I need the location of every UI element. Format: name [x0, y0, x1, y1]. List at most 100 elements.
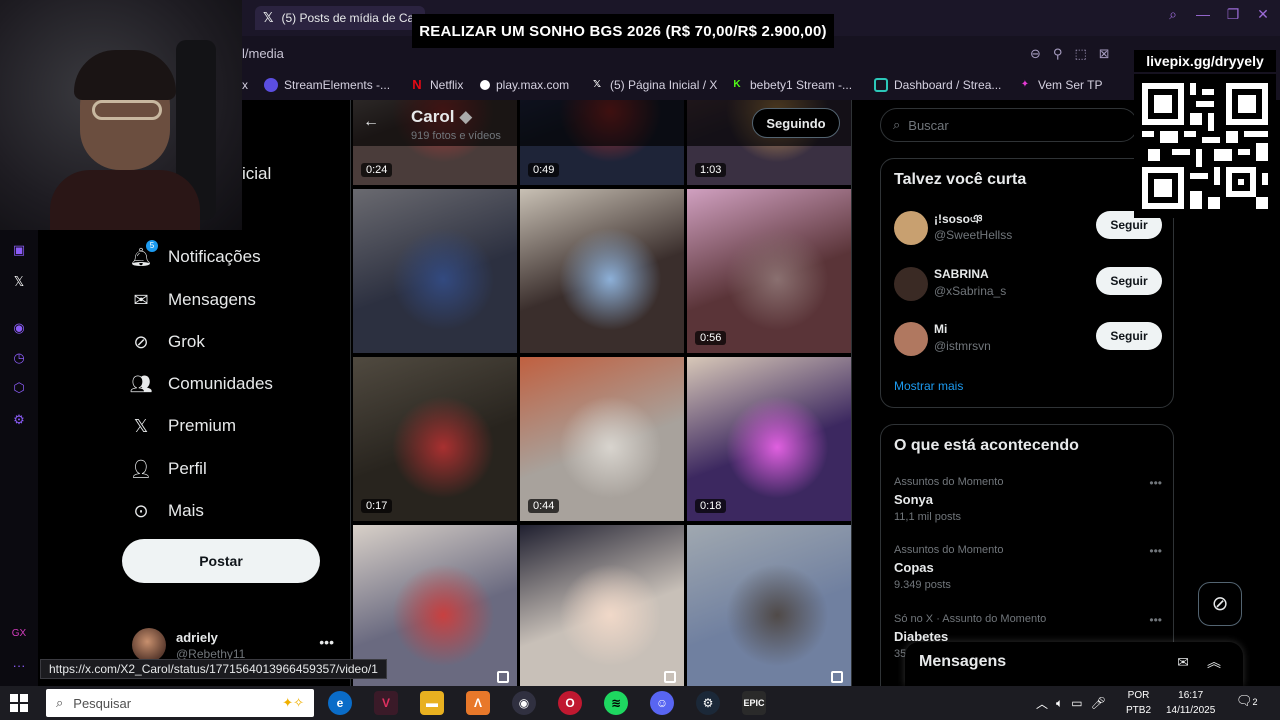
nav-item-more[interactable]: ⊙ Mais [130, 500, 203, 522]
media-tile[interactable] [520, 525, 684, 686]
spotify-icon[interactable]: ≋ [604, 691, 628, 715]
suggestion-item[interactable]: SABRINA @xSabrina_s Seguir [894, 265, 1162, 305]
nav-item-home-label[interactable]: icial [242, 164, 271, 184]
media-tile[interactable] [353, 189, 517, 353]
grok-icon: ⊘ [133, 331, 149, 352]
chevron-up-icon[interactable]: ︿ [1036, 695, 1048, 712]
more-dots-icon[interactable]: ••• [1149, 613, 1162, 627]
opera-gx-icon[interactable]: O [558, 691, 582, 715]
zoom-out-icon[interactable]: ⊖ [1030, 46, 1041, 62]
history-icon[interactable]: ◷ [10, 350, 28, 368]
media-tile[interactable] [520, 189, 684, 353]
windows-start-icon[interactable] [10, 694, 28, 712]
trend-item[interactable]: Assuntos do Momento Copas 9.349 posts ••… [894, 544, 1162, 604]
video-duration: 0:44 [528, 499, 560, 513]
suggestion-item[interactable]: Mi @istmrsvn Seguir [894, 320, 1162, 360]
trend-item[interactable]: Assuntos do Momento Sonya 11,1 mil posts… [894, 476, 1162, 536]
bookmark-item[interactable]: StreamElements -... [264, 78, 390, 92]
follow-button[interactable]: Seguir [1096, 267, 1162, 295]
edge-icon[interactable]: e [328, 691, 352, 715]
bookmark-item[interactable]: 𝕏 (5) Página Inicial / X [590, 78, 717, 92]
media-tile[interactable]: 0:17 [353, 357, 517, 521]
notification-badge: 5 [146, 240, 158, 252]
video-duration: 0:18 [695, 499, 727, 513]
steam-icon[interactable]: ⚙ [696, 691, 720, 715]
media-tile[interactable]: 0:44 [520, 357, 684, 521]
speaker-icon[interactable]: 🔈︎ [1056, 696, 1063, 711]
app-a-icon[interactable]: Λ [466, 691, 490, 715]
follow-button[interactable]: Seguir [1096, 322, 1162, 350]
x-logo-icon[interactable]: 𝕏 [10, 274, 28, 292]
media-tile[interactable]: 0:56 [687, 189, 851, 353]
language-indicator[interactable]: POR PTB2 [1126, 688, 1151, 718]
qr-code-icon [1142, 83, 1268, 209]
messages-drawer[interactable]: Mensagens ✉ ︽ [905, 642, 1243, 686]
gx-icon[interactable]: GX [10, 628, 28, 646]
player-icon[interactable]: ◉ [10, 320, 28, 338]
blocker-icon[interactable]: ⊠ [1099, 46, 1110, 62]
profile-header: ← Carol ◆ 919 fotos e vídeos Seguindo [351, 100, 851, 146]
bookmark-item[interactable]: Kbebety1 Stream -... [730, 78, 852, 92]
twitch-icon[interactable]: ▣ [10, 242, 28, 260]
kick-icon: K [733, 79, 741, 90]
account-name: adriely [176, 630, 218, 645]
panel-title: O que está acontecendo [894, 437, 1079, 454]
bookmark-item[interactable]: N Netflix [410, 78, 463, 93]
close-icon[interactable]: ✕ [1256, 6, 1270, 23]
expand-icon[interactable]: ︽ [1207, 652, 1221, 672]
more-dots-icon[interactable]: ··· [10, 658, 28, 676]
folder-icon[interactable]: ▬ [420, 691, 444, 715]
bookmark-item[interactable]: ✦ Vem Ser TP [1018, 78, 1103, 92]
minimize-icon[interactable]: — [1196, 6, 1210, 23]
discord-icon[interactable]: ☺ [650, 691, 674, 715]
pin-icon[interactable]: ⚲ [1053, 46, 1063, 62]
settings-icon[interactable]: ⚙ [10, 412, 28, 430]
new-message-icon[interactable]: ✉ [1177, 654, 1189, 671]
following-button[interactable]: Seguindo [752, 108, 840, 138]
bookmark-item[interactable]: Dashboard / Strea... [874, 78, 1001, 92]
multiple-images-icon [664, 671, 676, 683]
nav-item-profile[interactable]: 👤︎ Perfil [130, 458, 207, 480]
nav-item-premium[interactable]: 𝕏 Premium [130, 415, 236, 437]
notification-center-icon[interactable]: 🗨︎2 [1236, 693, 1258, 709]
nav-item-messages[interactable]: ✉ Mensagens [130, 289, 255, 311]
grok-floating-button[interactable]: ⊘ [1198, 582, 1242, 626]
system-tray: ︿ 🔈︎ ▭ 🎤︎ [1036, 686, 1106, 720]
video-duration: 0:24 [361, 163, 393, 177]
network-icon[interactable]: ▭ [1071, 696, 1082, 710]
mail-icon: ✉ [133, 289, 149, 310]
app-v-icon[interactable]: V [374, 691, 398, 715]
show-more-link[interactable]: Mostrar mais [894, 379, 963, 393]
obs-icon[interactable]: ◉ [512, 691, 536, 715]
multiple-images-icon [831, 671, 843, 683]
grok-icon: ⊘ [1211, 593, 1229, 615]
bell-icon: 🔔︎ 5 [130, 240, 158, 268]
clock[interactable]: 16:17 14/11/2025 [1166, 688, 1215, 718]
back-arrow-icon[interactable]: ← [363, 113, 379, 131]
nav-item-notifications[interactable]: 🔔︎ 5 Notificações [130, 240, 261, 268]
extensions-icon[interactable]: ⬡ [10, 380, 28, 398]
taskbar-search-input[interactable]: ⌕ Pesquisar ✦✧ [46, 689, 314, 717]
search-input[interactable]: ⌕ Buscar [880, 108, 1138, 142]
search-icon[interactable]: ⌕ [1166, 6, 1180, 23]
browser-tab[interactable]: 𝕏 (5) Posts de mídia de Ca [255, 6, 425, 30]
restore-icon[interactable]: ❐ [1226, 6, 1240, 23]
video-duration: 0:56 [695, 331, 727, 345]
bookmark-item[interactable]: x [242, 78, 248, 92]
link-preview-status: https://x.com/X2_Carol/status/1771564013… [40, 659, 387, 679]
donation-goal-banner: REALIZAR UM SONHO BGS 2026 (R$ 70,00/R$ … [412, 14, 834, 48]
media-tile[interactable]: 0:18 [687, 357, 851, 521]
suggestion-item[interactable]: ¡!sosoঞ @SweetHellss Seguir [894, 209, 1162, 249]
nav-item-grok[interactable]: ⊘ Grok [130, 331, 204, 353]
post-button[interactable]: Postar [122, 539, 320, 583]
media-tile[interactable] [687, 525, 851, 686]
nav-item-communities[interactable]: 👥︎ Comunidades [130, 373, 273, 395]
url-text[interactable]: l/media [242, 46, 284, 61]
profile-media-count: 919 fotos e vídeos [411, 130, 501, 142]
bookmark-item[interactable]: play.max.com [480, 78, 569, 92]
epic-games-icon[interactable]: EPIC [742, 691, 766, 715]
more-dots-icon[interactable]: ••• [1149, 544, 1162, 558]
more-dots-icon[interactable]: ••• [1149, 476, 1162, 490]
microphone-icon[interactable]: 🎤︎ [1091, 696, 1106, 710]
screenshot-icon[interactable]: ⬚ [1074, 46, 1086, 62]
